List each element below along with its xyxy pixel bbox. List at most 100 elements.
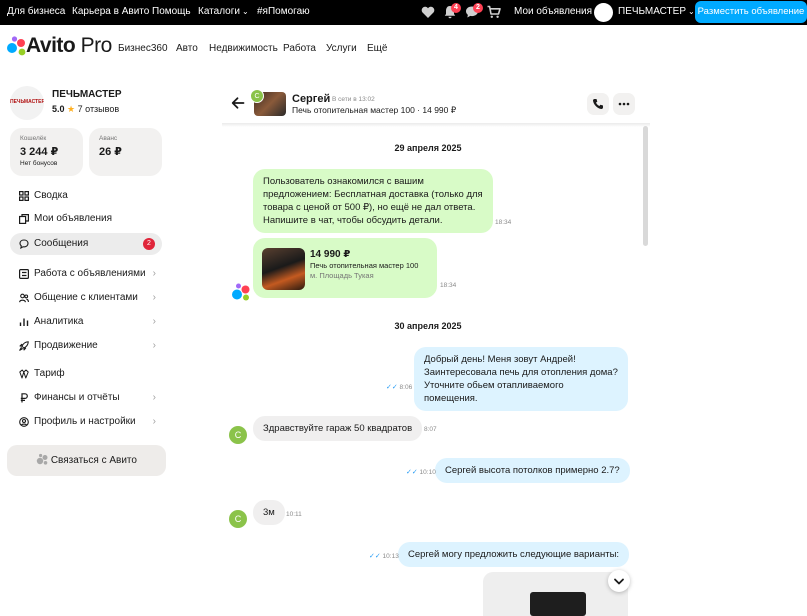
chevron-down-icon: ⌄ <box>241 7 249 16</box>
sidebar-item-promotion[interactable]: Продвижение › <box>10 335 162 357</box>
scroll-down-button[interactable] <box>608 570 630 592</box>
list-icon <box>19 269 29 279</box>
notifications-badge: 4 <box>451 3 461 13</box>
catalogs-label: Каталоги <box>198 6 240 17</box>
settings-icon <box>19 417 29 427</box>
chat-scrollbar[interactable] <box>643 126 648 246</box>
offer-price: 14 990 ₽ <box>310 249 351 260</box>
wallet-card[interactable]: Кошелёк 3 244 ₽ Нет бонусов <box>10 128 83 176</box>
photo-attachment[interactable] <box>483 572 628 616</box>
shop-logo[interactable]: ПЕЧЬМАСТЕР <box>10 86 44 120</box>
nav-realty[interactable]: Недвижимость <box>209 43 278 54</box>
sidebar-item-label: Мои объявления <box>34 213 112 224</box>
sidebar-item-label: Сообщения <box>34 238 89 249</box>
sidebar-item-my-ads[interactable]: Мои объявления <box>10 208 162 230</box>
chevron-right-icon: › <box>152 416 156 427</box>
account-menu[interactable]: ПЕЧЬМАСТЕР ⌄ <box>618 6 695 17</box>
my-ads-link[interactable]: Мои объявления <box>514 6 592 17</box>
top-bar: Для бизнеса Карьера в Авито Помощь Катал… <box>0 0 807 25</box>
avito-logo-icon[interactable] <box>6 34 28 58</box>
account-name: ПЕЧЬМАСТЕР <box>618 6 686 17</box>
link-for-business[interactable]: Для бизнеса <box>7 6 65 17</box>
sidebar-item-tariff[interactable]: Тариф <box>10 363 162 385</box>
time-text: 10:13 <box>382 553 399 560</box>
nav-jobs[interactable]: Работа <box>283 43 316 54</box>
link-careers[interactable]: Карьера в Авито <box>72 6 149 17</box>
outgoing-message[interactable]: Сергей могу предложить следующие вариант… <box>398 542 630 567</box>
avatar[interactable] <box>594 3 613 22</box>
advance-card[interactable]: Аванс 26 ₽ <box>89 128 162 176</box>
chevron-right-icon: › <box>152 316 156 327</box>
avito-pro-logo[interactable]: Avito Pro <box>26 34 112 58</box>
phone-icon <box>593 99 603 109</box>
message-text: Здравствуйте гараж 50 квадратов <box>263 423 413 434</box>
message-icon <box>19 239 29 249</box>
avito-dots-icon <box>36 453 48 465</box>
incoming-message[interactable]: Здравствуйте гараж 50 квадратов <box>253 416 423 441</box>
grid-icon <box>19 191 29 201</box>
sidebar-item-label: Профиль и настройки <box>34 416 136 427</box>
more-options-button[interactable] <box>613 93 635 115</box>
incoming-message[interactable]: 3м <box>253 500 285 525</box>
system-message[interactable]: Пользователь ознакомился с вашим предлож… <box>253 169 493 233</box>
outgoing-message[interactable]: Сергей высота потолков примерно 2.7? <box>435 458 630 483</box>
unread-badge: 2 <box>143 238 155 250</box>
nav-business360[interactable]: Бизнес360 <box>118 43 168 54</box>
wallet-value: 3 244 ₽ <box>20 146 59 158</box>
sidebar-item-analytics[interactable]: Аналитика › <box>10 311 162 333</box>
star-icon: ★ <box>67 104 76 114</box>
chat-item-link[interactable]: Печь отопительная мастер 100 · 14 990 ₽ <box>292 105 456 116</box>
heart-icon[interactable] <box>420 4 436 20</box>
place-ad-button[interactable]: Разместить объявление <box>695 1 807 23</box>
back-arrow-icon[interactable] <box>231 96 245 110</box>
chevron-down-icon: ⌄ <box>687 7 695 16</box>
nav-more[interactable]: Ещё <box>367 43 387 54</box>
chart-icon <box>19 318 29 326</box>
users-icon <box>19 293 29 303</box>
contact-avito-button[interactable]: Связаться с Авито <box>7 445 166 476</box>
message-time: ✓✓ 8:06 <box>386 383 412 391</box>
cart-icon[interactable] <box>486 4 502 20</box>
message-text: Добрый день! Меня зовут Андрей! Заинтере… <box>424 354 618 404</box>
sidebar-item-summary[interactable]: Сводка <box>10 185 162 207</box>
message-time: 18:34 <box>495 219 512 226</box>
peer-avatar[interactable]: С <box>229 426 247 444</box>
nav-services[interactable]: Услуги <box>326 43 357 54</box>
sidebar-item-profile-settings[interactable]: Профиль и настройки › <box>10 411 162 433</box>
wallet-title: Кошелёк <box>20 135 47 142</box>
offer-metro: м. Площадь Тукая <box>310 271 374 280</box>
sidebar-item-clients[interactable]: Общение с клиентами › <box>10 287 162 309</box>
advance-title: Аванс <box>99 135 118 142</box>
link-ya-pomogayu[interactable]: #яПомогаю <box>257 6 310 17</box>
outgoing-message[interactable]: Добрый день! Меня зовут Андрей! Заинтере… <box>414 347 628 411</box>
message-time: 18:34 <box>440 282 457 289</box>
catalogs-menu[interactable]: Каталоги ⌄ <box>198 6 249 17</box>
sidebar-item-finance[interactable]: Финансы и отчёты › <box>10 387 162 409</box>
link-help[interactable]: Помощь <box>152 6 191 17</box>
reviews-count: 7 отзывов <box>77 104 120 114</box>
peer-avatar[interactable]: С <box>229 510 247 528</box>
chevron-right-icon: › <box>152 392 156 403</box>
offer-image[interactable] <box>262 248 305 290</box>
call-button[interactable] <box>587 93 609 115</box>
date-separator: 29 апреля 2025 <box>394 143 462 153</box>
peer-name[interactable]: Сергей <box>292 93 330 105</box>
shop-name[interactable]: ПЕЧЬМАСТЕР <box>52 89 122 100</box>
nav-auto[interactable]: Авто <box>176 43 198 54</box>
sidebar-item-label: Продвижение <box>34 340 98 351</box>
sidebar-item-label: Сводка <box>34 190 68 201</box>
logo-pro-text: Pro <box>75 34 113 57</box>
sidebar-item-label: Аналитика <box>34 316 84 327</box>
message-text: Сергей высота потолков примерно 2.7? <box>445 465 620 476</box>
sidebar-item-ads-work[interactable]: Работа с объявлениями › <box>10 263 162 285</box>
ads-icon <box>19 214 29 224</box>
message-time: 10:11 <box>286 511 302 518</box>
sidebar-item-messages[interactable]: Сообщения 2 <box>10 233 162 255</box>
chevron-down-icon <box>614 578 624 585</box>
time-text: 8:06 <box>399 384 413 391</box>
offer-title[interactable]: Печь отопительная мастер 100 <box>310 261 418 270</box>
shop-logo-text: ПЕЧЬМАСТЕР <box>10 99 44 105</box>
chevron-right-icon: › <box>152 292 156 303</box>
rocket-icon <box>19 341 29 351</box>
shop-rating[interactable]: 5.0 ★ 7 отзывов <box>52 104 119 115</box>
